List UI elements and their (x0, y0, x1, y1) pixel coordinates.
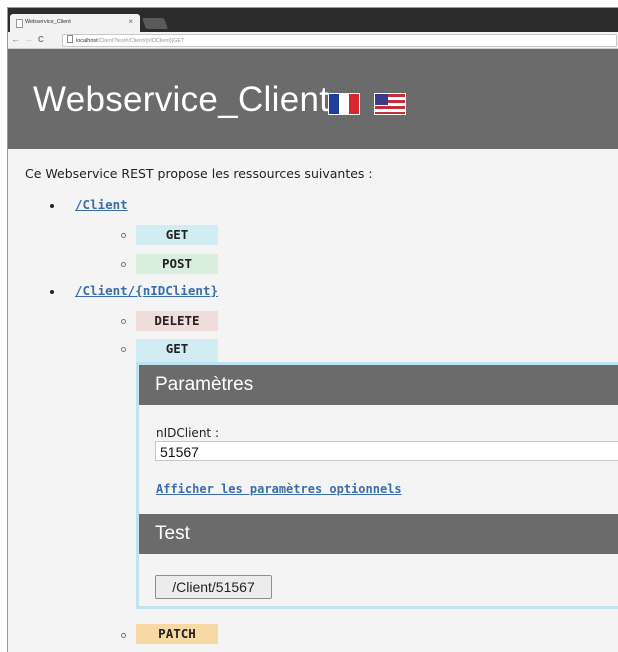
page-title: Webservice_Client (33, 80, 330, 119)
circle-bullet-icon (121, 319, 126, 324)
page-content: Webservice_Client Ce Webservice REST pro… (8, 49, 618, 652)
method-post-client[interactable]: POST (136, 254, 218, 274)
url-host: localhost (76, 38, 98, 44)
flag-usa-icon[interactable] (374, 93, 406, 115)
circle-bullet-icon (121, 347, 126, 352)
param-label: nIDClient : (156, 426, 219, 440)
circle-bullet-icon (121, 233, 126, 238)
flag-france-icon[interactable] (328, 93, 360, 115)
browser-toolbar: ← → C localhost/Client?test#/Client/{nID… (8, 32, 618, 49)
get-method-panel: Paramètres nIDClient : 51567 Afficher le… (136, 362, 618, 609)
method-get-client-id[interactable]: GET (136, 339, 218, 362)
method-delete-client-id[interactable]: DELETE (136, 311, 218, 331)
circle-bullet-icon (121, 633, 126, 638)
reload-icon[interactable]: C (38, 33, 44, 46)
test-header: Test (139, 514, 618, 554)
resource-link-client-id[interactable]: /Client/{nIDClient} (75, 283, 218, 298)
bullet-icon (50, 204, 54, 208)
flag-canton (375, 94, 388, 105)
tab-title: Webservice_Client (25, 19, 71, 25)
method-patch-client-id[interactable]: PATCH (136, 624, 218, 644)
close-tab-icon[interactable]: × (128, 17, 133, 26)
browser-tab[interactable]: Webservice_Client × (10, 14, 140, 32)
back-arrow-icon[interactable]: ← (11, 33, 20, 46)
forward-arrow-icon[interactable]: → (24, 33, 33, 46)
circle-bullet-icon (121, 262, 126, 267)
resource-link-client[interactable]: /Client (75, 197, 128, 212)
header-banner: Webservice_Client (8, 49, 618, 149)
method-get-client[interactable]: GET (136, 225, 218, 245)
browser-window: Webservice_Client × ← → C localhost/Clie… (7, 7, 618, 652)
params-header: Paramètres (139, 365, 618, 405)
new-tab-button[interactable] (141, 18, 169, 29)
address-bar[interactable]: localhost/Client?test#/Client/{nIDClient… (62, 34, 617, 47)
tab-strip: Webservice_Client × (8, 8, 618, 32)
nidclient-input[interactable]: 51567 (155, 441, 618, 461)
test-request-button[interactable]: /Client/51567 (155, 575, 272, 599)
bullet-icon (50, 290, 54, 294)
page-info-icon (67, 35, 73, 43)
intro-text: Ce Webservice REST propose les ressource… (25, 166, 373, 181)
page-icon (16, 19, 23, 28)
show-optional-params-link[interactable]: Afficher les paramètres optionnels (156, 482, 402, 496)
url-path: /Client?test#/Client/{nIDClient}|GET (97, 38, 185, 44)
